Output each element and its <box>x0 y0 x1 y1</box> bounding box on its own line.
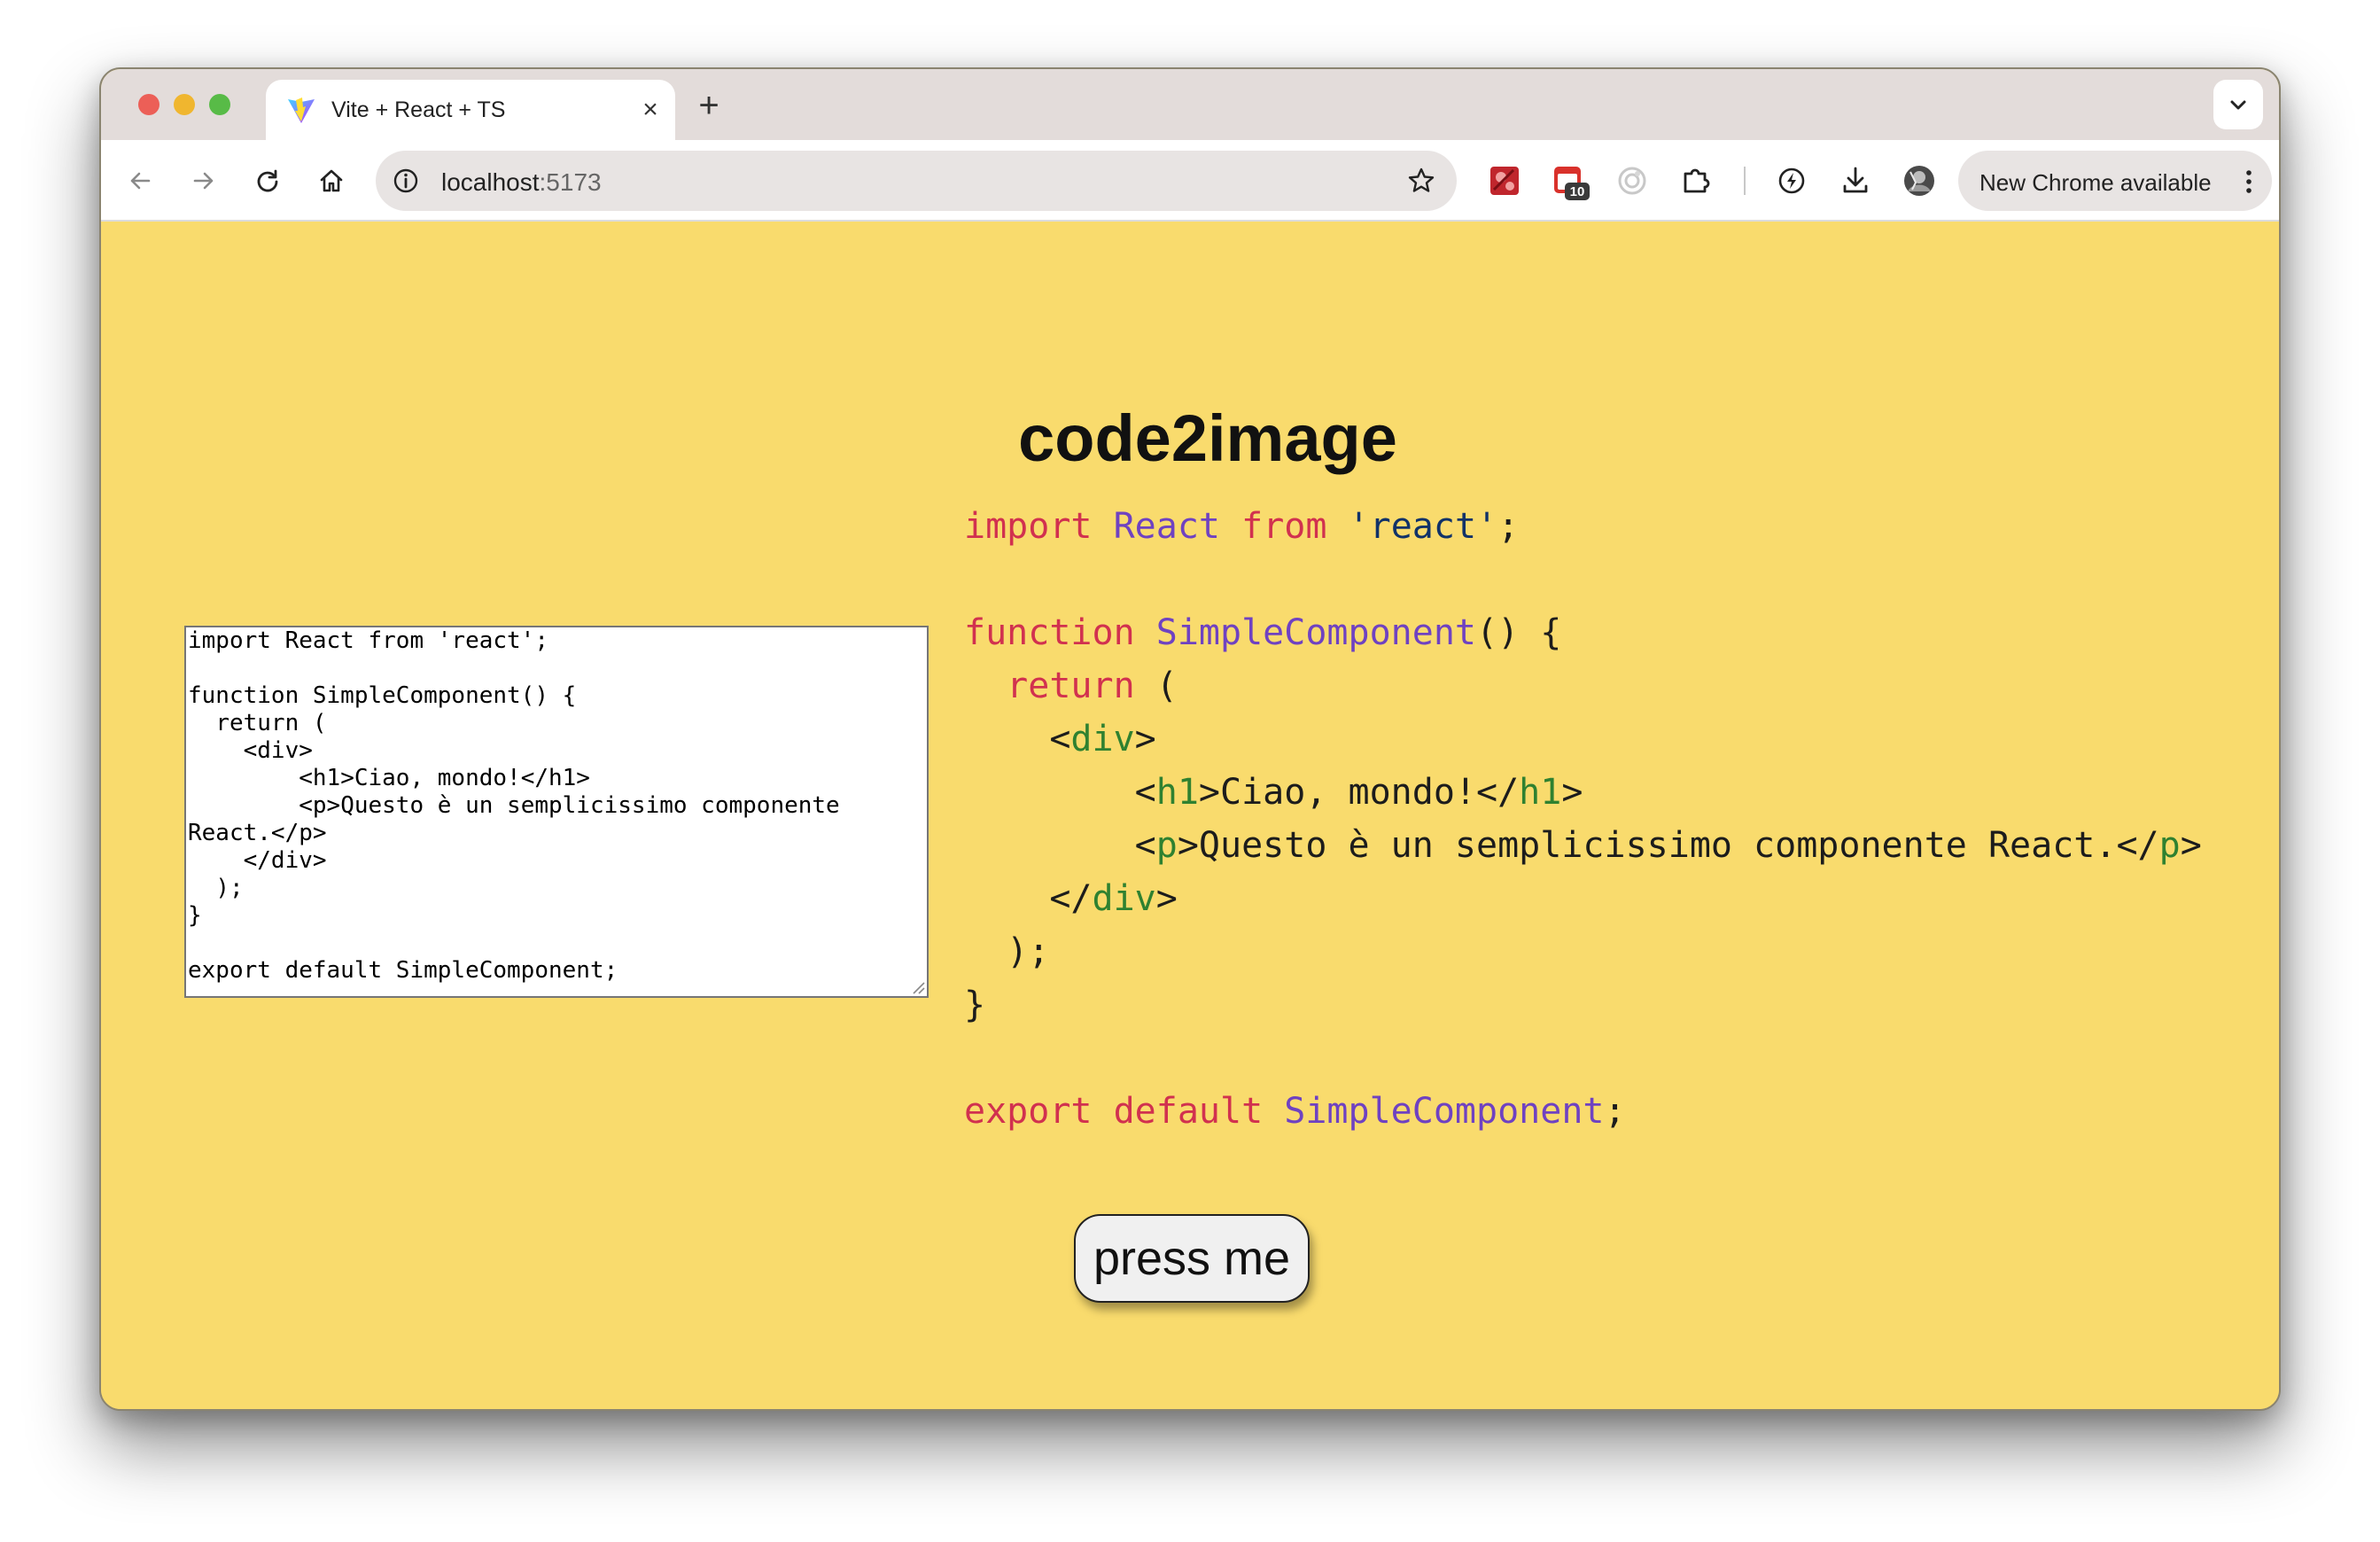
new-chrome-available-button[interactable]: New Chrome available <box>1958 151 2272 211</box>
code-token: > <box>1134 719 1156 759</box>
code-token: return <box>1007 666 1135 706</box>
tab-search-button[interactable] <box>2213 80 2263 129</box>
extension-grey-circle-icon[interactable] <box>1611 160 1653 202</box>
code-line: } <box>964 978 2202 1032</box>
code-token: import <box>964 506 1093 547</box>
bookmark-star-icon[interactable] <box>1405 165 1437 197</box>
code-token: > <box>1155 878 1178 919</box>
extension-calendar-icon[interactable]: 10 <box>1547 160 1590 202</box>
code-token: default <box>1113 1091 1264 1132</box>
code-token: > <box>2180 825 2202 866</box>
site-info-icon[interactable] <box>390 165 422 197</box>
code-token: ; <box>1497 506 1520 547</box>
code-token: < <box>964 719 1071 759</box>
tab-strip: Vite + React + TS × + <box>101 69 2279 140</box>
extensions-puzzle-icon[interactable] <box>1675 160 1717 202</box>
highlighted-code-preview: import React from 'react'; function Simp… <box>964 500 2202 1138</box>
code-token: 'react' <box>1348 506 1498 547</box>
code-line: <p>Questo è un semplicissimo componente … <box>964 819 2202 872</box>
arrow-right-icon <box>193 172 214 190</box>
chevron-down-icon <box>2230 100 2246 110</box>
reload-icon <box>257 169 278 192</box>
code-token: ( <box>1134 666 1178 706</box>
arrow-left-icon <box>130 172 151 190</box>
code-line: export default SimpleComponent; <box>964 1085 2202 1138</box>
vite-logo-icon <box>287 97 315 124</box>
code-token: ); <box>964 931 1050 972</box>
download-icon[interactable] <box>1834 160 1877 202</box>
code-token: >Questo è un semplicissimo componente Re… <box>1177 825 2159 866</box>
code-token: div <box>1092 878 1156 919</box>
code-token: p <box>2158 825 2181 866</box>
home-icon <box>320 169 343 192</box>
code-token: >Ciao, mondo!</ <box>1198 772 1520 813</box>
code-token: p <box>1155 825 1178 866</box>
press-me-button[interactable]: press me <box>1074 1214 1310 1303</box>
tab-active[interactable]: Vite + React + TS × <box>266 80 675 140</box>
reload-button[interactable] <box>248 161 287 200</box>
extension-red-puzzle-icon[interactable] <box>1483 160 1526 202</box>
code-line: <h1>Ciao, mondo!</h1> <box>964 766 2202 819</box>
new-tab-button[interactable]: + <box>691 88 727 124</box>
tab-title: Vite + React + TS <box>331 97 506 122</box>
more-vertical-icon[interactable] <box>2240 167 2258 197</box>
code-line: function SimpleComponent() { <box>964 606 2202 659</box>
code-line: import React from 'react'; <box>964 500 2202 553</box>
code-line: </div> <box>964 872 2202 925</box>
forward-button[interactable] <box>184 161 223 200</box>
home-button[interactable] <box>312 161 351 200</box>
code-token: h1 <box>1519 772 1562 813</box>
code-token: h1 <box>1155 772 1199 813</box>
code-token: SimpleComponent <box>1155 612 1476 653</box>
code-token: from <box>1241 506 1327 547</box>
textarea-resize-handle[interactable] <box>909 978 925 994</box>
url-port: :5173 <box>539 168 602 196</box>
profile-avatar[interactable] <box>1898 160 1941 202</box>
url-host: localhost <box>441 168 540 196</box>
code-token: SimpleComponent <box>1284 1091 1605 1132</box>
address-bar[interactable]: localhost:5173 <box>376 151 1457 211</box>
update-label: New Chrome available <box>1979 169 2212 196</box>
toolbar-divider <box>1744 167 1746 195</box>
code-line: <div> <box>964 713 2202 766</box>
code-input-textarea[interactable] <box>184 626 929 998</box>
minimize-window-button[interactable] <box>174 94 195 115</box>
back-button[interactable] <box>121 161 159 200</box>
browser-toolbar: localhost:5173 10 New Chrome available <box>101 140 2279 222</box>
code-token: < <box>964 825 1156 866</box>
code-token: export <box>964 1091 1093 1132</box>
performance-bolt-icon[interactable] <box>1770 160 1813 202</box>
code-line: ); <box>964 925 2202 978</box>
code-token: function <box>964 612 1135 653</box>
page-title: code2image <box>1018 401 1397 475</box>
code-token: ; <box>1604 1091 1626 1132</box>
code-token: React <box>1113 506 1221 547</box>
code-line: return ( <box>964 659 2202 713</box>
code-token: > <box>1561 772 1583 813</box>
code-token: </ <box>964 878 1093 919</box>
maximize-window-button[interactable] <box>209 94 230 115</box>
page-content: code2image import React from 'react'; fu… <box>101 222 2279 1409</box>
code-token: div <box>1070 719 1135 759</box>
extension-badge: 10 <box>1570 184 1585 199</box>
tab-close-icon[interactable]: × <box>634 94 666 126</box>
browser-window: Vite + React + TS × + localhost:5173 10 … <box>99 67 2281 1411</box>
code-token: } <box>964 985 986 1025</box>
address-url: localhost:5173 <box>441 168 602 197</box>
code-token: < <box>964 772 1156 813</box>
code-token: () { <box>1475 612 1562 653</box>
close-window-button[interactable] <box>138 94 159 115</box>
